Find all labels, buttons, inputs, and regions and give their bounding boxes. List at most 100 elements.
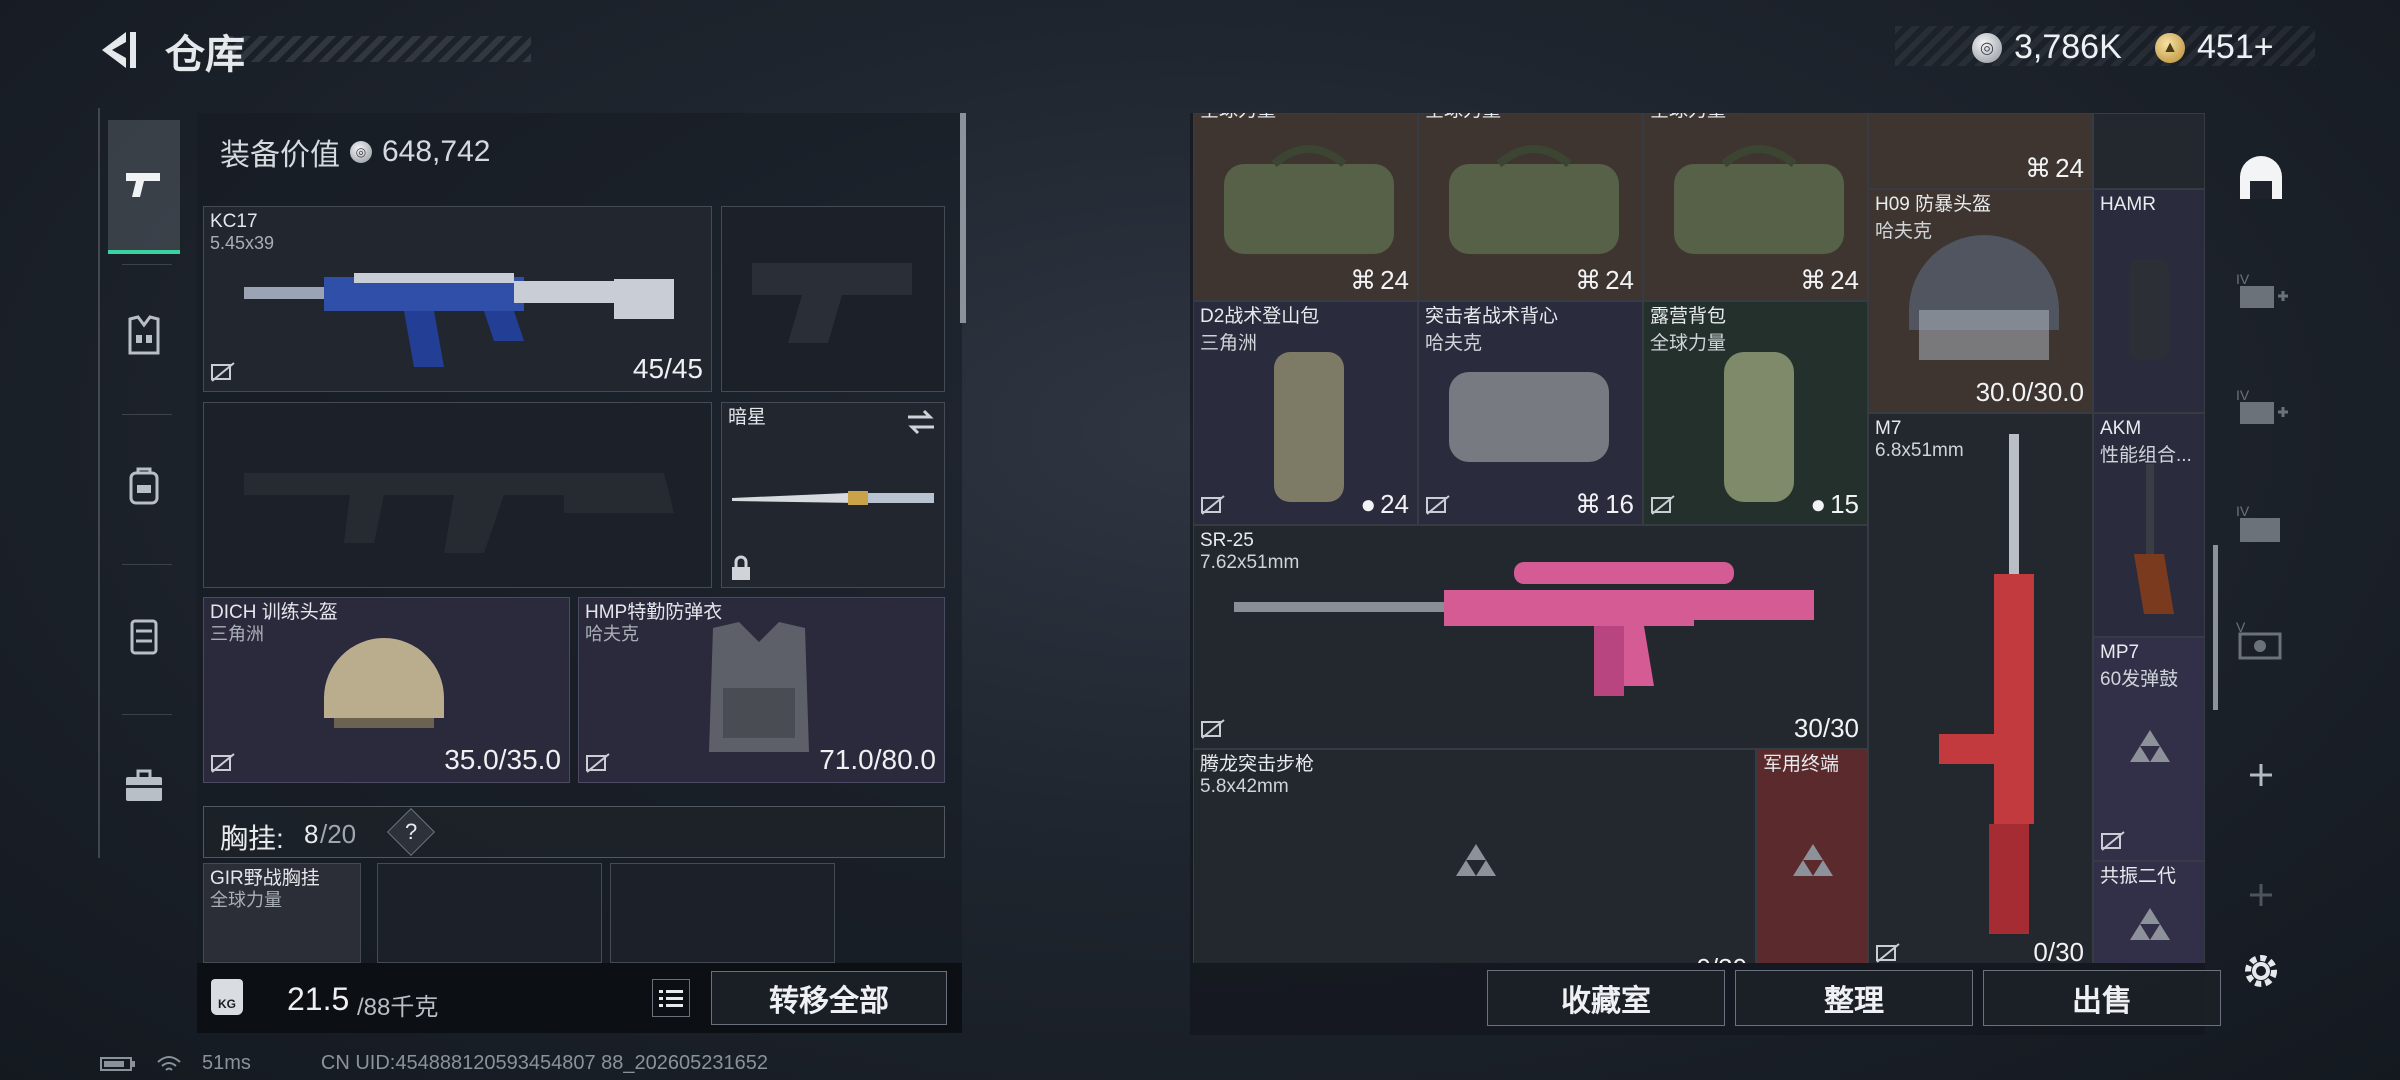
- stash-item-duffel-bag[interactable]: 全球力量 ⌘24: [1193, 113, 1418, 301]
- stash-add-icon: IV: [2236, 387, 2288, 424]
- stash-item-mp7[interactable]: MP7 60发弹鼓: [2093, 637, 2205, 861]
- primary-weapon-slot[interactable]: KC17 5.45x39 45/45: [203, 206, 712, 392]
- page-title: 仓库: [165, 33, 245, 77]
- settings-button[interactable]: [2240, 950, 2282, 997]
- capacity-bar: KG 21.5 /88千克 转移全部: [197, 963, 962, 1033]
- weight-current: 21.5: [287, 981, 350, 1017]
- stash-item-akm[interactable]: AKM 性能组合...: [2093, 413, 2205, 637]
- secondary-weapon-slot-empty[interactable]: [203, 402, 712, 588]
- back-arrow-icon: [102, 32, 136, 68]
- stash-scrollbar[interactable]: [2213, 545, 2218, 710]
- plus-icon: [2250, 764, 2272, 786]
- stash-item-duffel-bag[interactable]: 全球力量 ⌘24: [1643, 113, 1868, 301]
- chest-rig-bar[interactable]: 胸挂: 8 /20 ?: [203, 806, 945, 858]
- left-scrollbar[interactable]: [960, 113, 966, 323]
- helmet-slot[interactable]: DICH 训练头盔 三角洲 35.0/35.0: [203, 597, 570, 783]
- svg-text:IV: IV: [2236, 387, 2250, 403]
- weight-icon: KG: [211, 979, 243, 1015]
- gold-amount: 451+: [2197, 28, 2274, 66]
- tab-weapons[interactable]: [108, 120, 180, 254]
- swap-icon[interactable]: [906, 409, 936, 435]
- help-icon[interactable]: ?: [386, 807, 436, 857]
- no-transfer-icon: [586, 753, 610, 773]
- stash-item-partial[interactable]: ⌘ 24: [1868, 113, 2093, 189]
- item-count: 24: [1830, 265, 1859, 295]
- stash-item-tenglong-rifle[interactable]: 腾龙突击步枪 5.8x42mm 0/30: [1193, 749, 1756, 963]
- tab-stash-iv-3[interactable]: IV: [2232, 495, 2290, 553]
- sell-button[interactable]: 出售: [1983, 970, 2221, 1026]
- stash-item-partial[interactable]: [2093, 113, 2205, 189]
- akm-rifle-image: [2134, 464, 2174, 614]
- title-decoration: [226, 36, 531, 62]
- sr25-sniper-image: [1234, 562, 1814, 696]
- stash-item-hamr[interactable]: HAMR: [2093, 189, 2205, 413]
- tab-case[interactable]: [108, 720, 180, 850]
- stash-item-m7-rifle[interactable]: M7 6.8x51mm 0/30: [1868, 413, 2093, 963]
- pocket-slot-empty[interactable]: [610, 863, 835, 963]
- warehouse-icon: [2240, 156, 2282, 199]
- back-button[interactable]: [96, 28, 140, 72]
- stash-item-resonance[interactable]: 共振二代: [2093, 861, 2205, 963]
- gold-coin-icon: ▲: [2155, 32, 2185, 63]
- tab-rig[interactable]: [108, 570, 180, 700]
- stash-item-h09-helmet[interactable]: H09 防暴头盔 哈夫克 30.0/30.0: [1868, 189, 2093, 413]
- no-transfer-icon: [211, 362, 235, 382]
- chest-rig-item-brand: 全球力量: [210, 890, 282, 910]
- item-count: 15: [1830, 489, 1859, 519]
- melee-slot[interactable]: 暗星: [721, 402, 945, 588]
- add-stash-button[interactable]: [2232, 746, 2290, 804]
- silver-currency[interactable]: ◎ 3,786K: [1972, 28, 2122, 67]
- no-transfer-icon: [1201, 495, 1225, 515]
- stash-folder-icon: IV: [2236, 503, 2280, 542]
- pistol-silhouette-icon: [752, 263, 912, 343]
- pocket-slot-empty[interactable]: [377, 863, 602, 963]
- tab-armor[interactable]: [108, 270, 180, 400]
- stash-item-military-terminal[interactable]: 军用终端: [1756, 749, 1868, 963]
- stash-tab-rail: IV IV IV V: [2222, 113, 2300, 983]
- user-uid: CN UID:454888120593454807 88_20260523165…: [320, 1052, 768, 1074]
- stash-item-duffel-bag[interactable]: 全球力量 ⌘24: [1418, 113, 1643, 301]
- duffel-bag-image: [1674, 145, 1844, 254]
- vest-icon: [128, 315, 160, 355]
- no-transfer-icon: [1201, 719, 1225, 739]
- helmet-image: [324, 638, 444, 728]
- item-count: 24: [1380, 489, 1409, 519]
- gold-currency[interactable]: ▲ 451+: [2155, 28, 2274, 67]
- status-bar: 51ms CN UID:454888120593454807 88_202605…: [100, 1052, 768, 1075]
- vest-count-icon: ⌘: [1350, 265, 1377, 295]
- weight-capacity: /88千克: [357, 994, 439, 1021]
- sort-button[interactable]: 整理: [1735, 970, 1973, 1026]
- unknown-item-icon: [1793, 844, 1833, 876]
- backpack-image: [1274, 352, 1344, 502]
- stash-item-d2-backpack[interactable]: D2战术登山包 三角洲 ● 24: [1193, 301, 1418, 525]
- pistol-slot-empty[interactable]: [721, 206, 945, 392]
- armor-brand: 哈夫克: [585, 624, 639, 644]
- collection-room-button[interactable]: 收藏室: [1487, 970, 1725, 1026]
- vest-count-icon: ⌘: [1575, 265, 1602, 295]
- weapon-name: KC17: [210, 211, 258, 232]
- stash-item-tactical-vest[interactable]: 突击者战术背心 哈夫克 ⌘ 16: [1418, 301, 1643, 525]
- ping-value: 51ms: [202, 1052, 251, 1074]
- vest-count-icon: ⌘: [1575, 489, 1602, 519]
- item-count: 24: [1605, 265, 1634, 295]
- no-transfer-icon: [1651, 495, 1675, 515]
- tab-stash-iv-2[interactable]: IV: [2232, 379, 2290, 437]
- riot-helmet-image: [1909, 235, 2059, 360]
- armor-vest-image: [709, 622, 809, 752]
- unknown-item-icon: [2130, 908, 2170, 940]
- svg-text:IV: IV: [2236, 503, 2250, 519]
- armor-slot[interactable]: HMP特勤防弹衣 哈夫克 71.0/80.0: [578, 597, 945, 783]
- tab-backpack[interactable]: [108, 420, 180, 550]
- tab-stash-main[interactable]: [2232, 149, 2290, 207]
- chest-rig-item-slot[interactable]: GIR野战胸挂 全球力量: [203, 863, 361, 963]
- tab-stash-v[interactable]: V: [2232, 611, 2290, 669]
- chest-rig-total: /20: [320, 819, 357, 849]
- tab-stash-iv-1[interactable]: IV: [2232, 263, 2290, 321]
- list-view-button[interactable]: [652, 979, 690, 1017]
- stash-item-sr25[interactable]: SR-25 7.62x51mm 30/30: [1193, 525, 1868, 749]
- melee-name: 暗星: [728, 407, 767, 428]
- stash-item-camping-backpack[interactable]: 露营背包 全球力量 ● 15: [1643, 301, 1868, 525]
- duffel-bag-image: [1449, 145, 1619, 254]
- transfer-all-button[interactable]: 转移全部: [711, 971, 947, 1025]
- gear-icon: [2245, 955, 2277, 987]
